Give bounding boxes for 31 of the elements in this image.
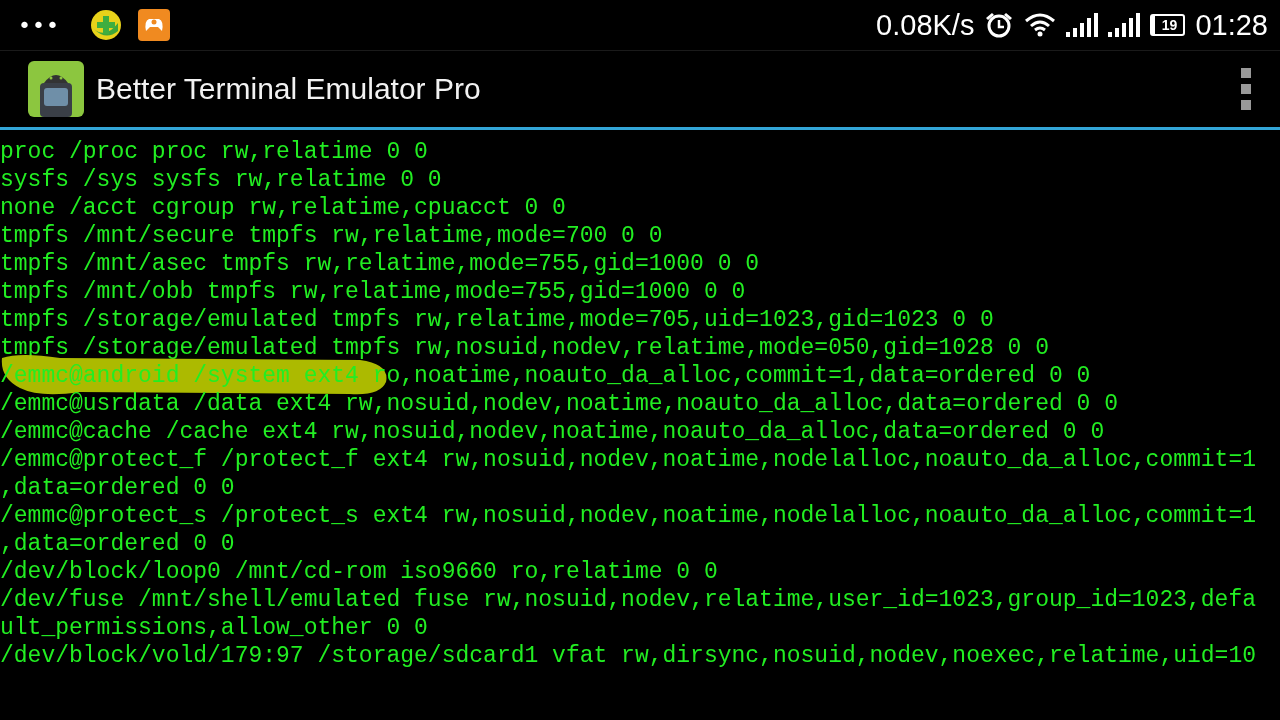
terminal-line: proc /proc proc rw,relatime 0 0 [0,139,428,165]
terminal-line: /dev/block/loop0 /mnt/cd-rom iso9660 ro,relatime 0 0 [0,559,718,585]
terminal-line: sysfs /sys sysfs rw,relatime 0 0 [0,167,442,193]
app-title: Better Terminal Emulator Pro [96,72,482,106]
battery-indicator: 19 [1150,14,1186,36]
network-speed: 0.08K/s [876,8,975,42]
plus-icon [89,9,122,41]
gamepad-icon [137,9,170,41]
clock: 01:28 [1195,8,1268,42]
terminal-line: /emmc@protect_f /protect_f ext4 rw,nosuid,nodev,noatime,nodelalloc,noauto_da_alloc,commit=1 [0,447,1256,473]
terminal-line: tmpfs /storage/emulated tmpfs rw,relatime,mode=705,uid=1023,gid=1023 0 0 [0,307,994,333]
terminal-line: tmpfs /storage/emulated tmpfs rw,nosuid,nodev,relatime,mode=050,gid=1028 0 0 [0,335,1049,361]
terminal-line: ult_permissions,allow_other 0 0 [0,615,428,641]
overflow-dots: ••• [18,12,60,38]
more-options-icon[interactable] [1240,68,1252,110]
terminal-line: /emmc@usrdata /data ext4 rw,nosuid,nodev,noatime,noauto_da_alloc,data=ordered 0 0 [0,391,1118,417]
terminal-line: tmpfs /mnt/obb tmpfs rw,relatime,mode=755,gid=1000 0 0 [0,279,746,305]
terminal-line: /emmc@protect_s /protect_s ext4 rw,nosuid,nodev,noatime,nodelalloc,noauto_da_alloc,commit=1 [0,503,1256,529]
signal-icon [1066,13,1099,37]
signal-icon [1108,13,1141,37]
terminal-line: none /acct cgroup rw,relatime,cpuacct 0 0 [0,195,566,221]
terminal-line: tmpfs /mnt/secure tmpfs rw,relatime,mode=700 0 0 [0,223,663,249]
terminal-line: /dev/block/vold/179:97 /storage/sdcard1 vfat rw,dirsync,nosuid,nodev,noexec,relatime,uid=10 [0,643,1256,669]
terminal-line: /emmc@cache /cache ext4 rw,nosuid,nodev,noatime,noauto_da_alloc,data=ordered 0 0 [0,419,1105,445]
terminal-line: tmpfs /mnt/asec tmpfs rw,relatime,mode=755,gid=1000 0 0 [0,251,760,277]
terminal-line: ,data=ordered 0 0 [0,531,235,557]
alarm-icon [984,11,1015,39]
terminal-line: /dev/fuse /mnt/shell/emulated fuse rw,nosuid,nodev,relatime,user_id=1023,group_id=1023,defa [0,587,1256,613]
terminal-line: ,data=ordered 0 0 [0,475,235,501]
app-icon [28,61,84,117]
wifi-icon [1024,13,1057,37]
